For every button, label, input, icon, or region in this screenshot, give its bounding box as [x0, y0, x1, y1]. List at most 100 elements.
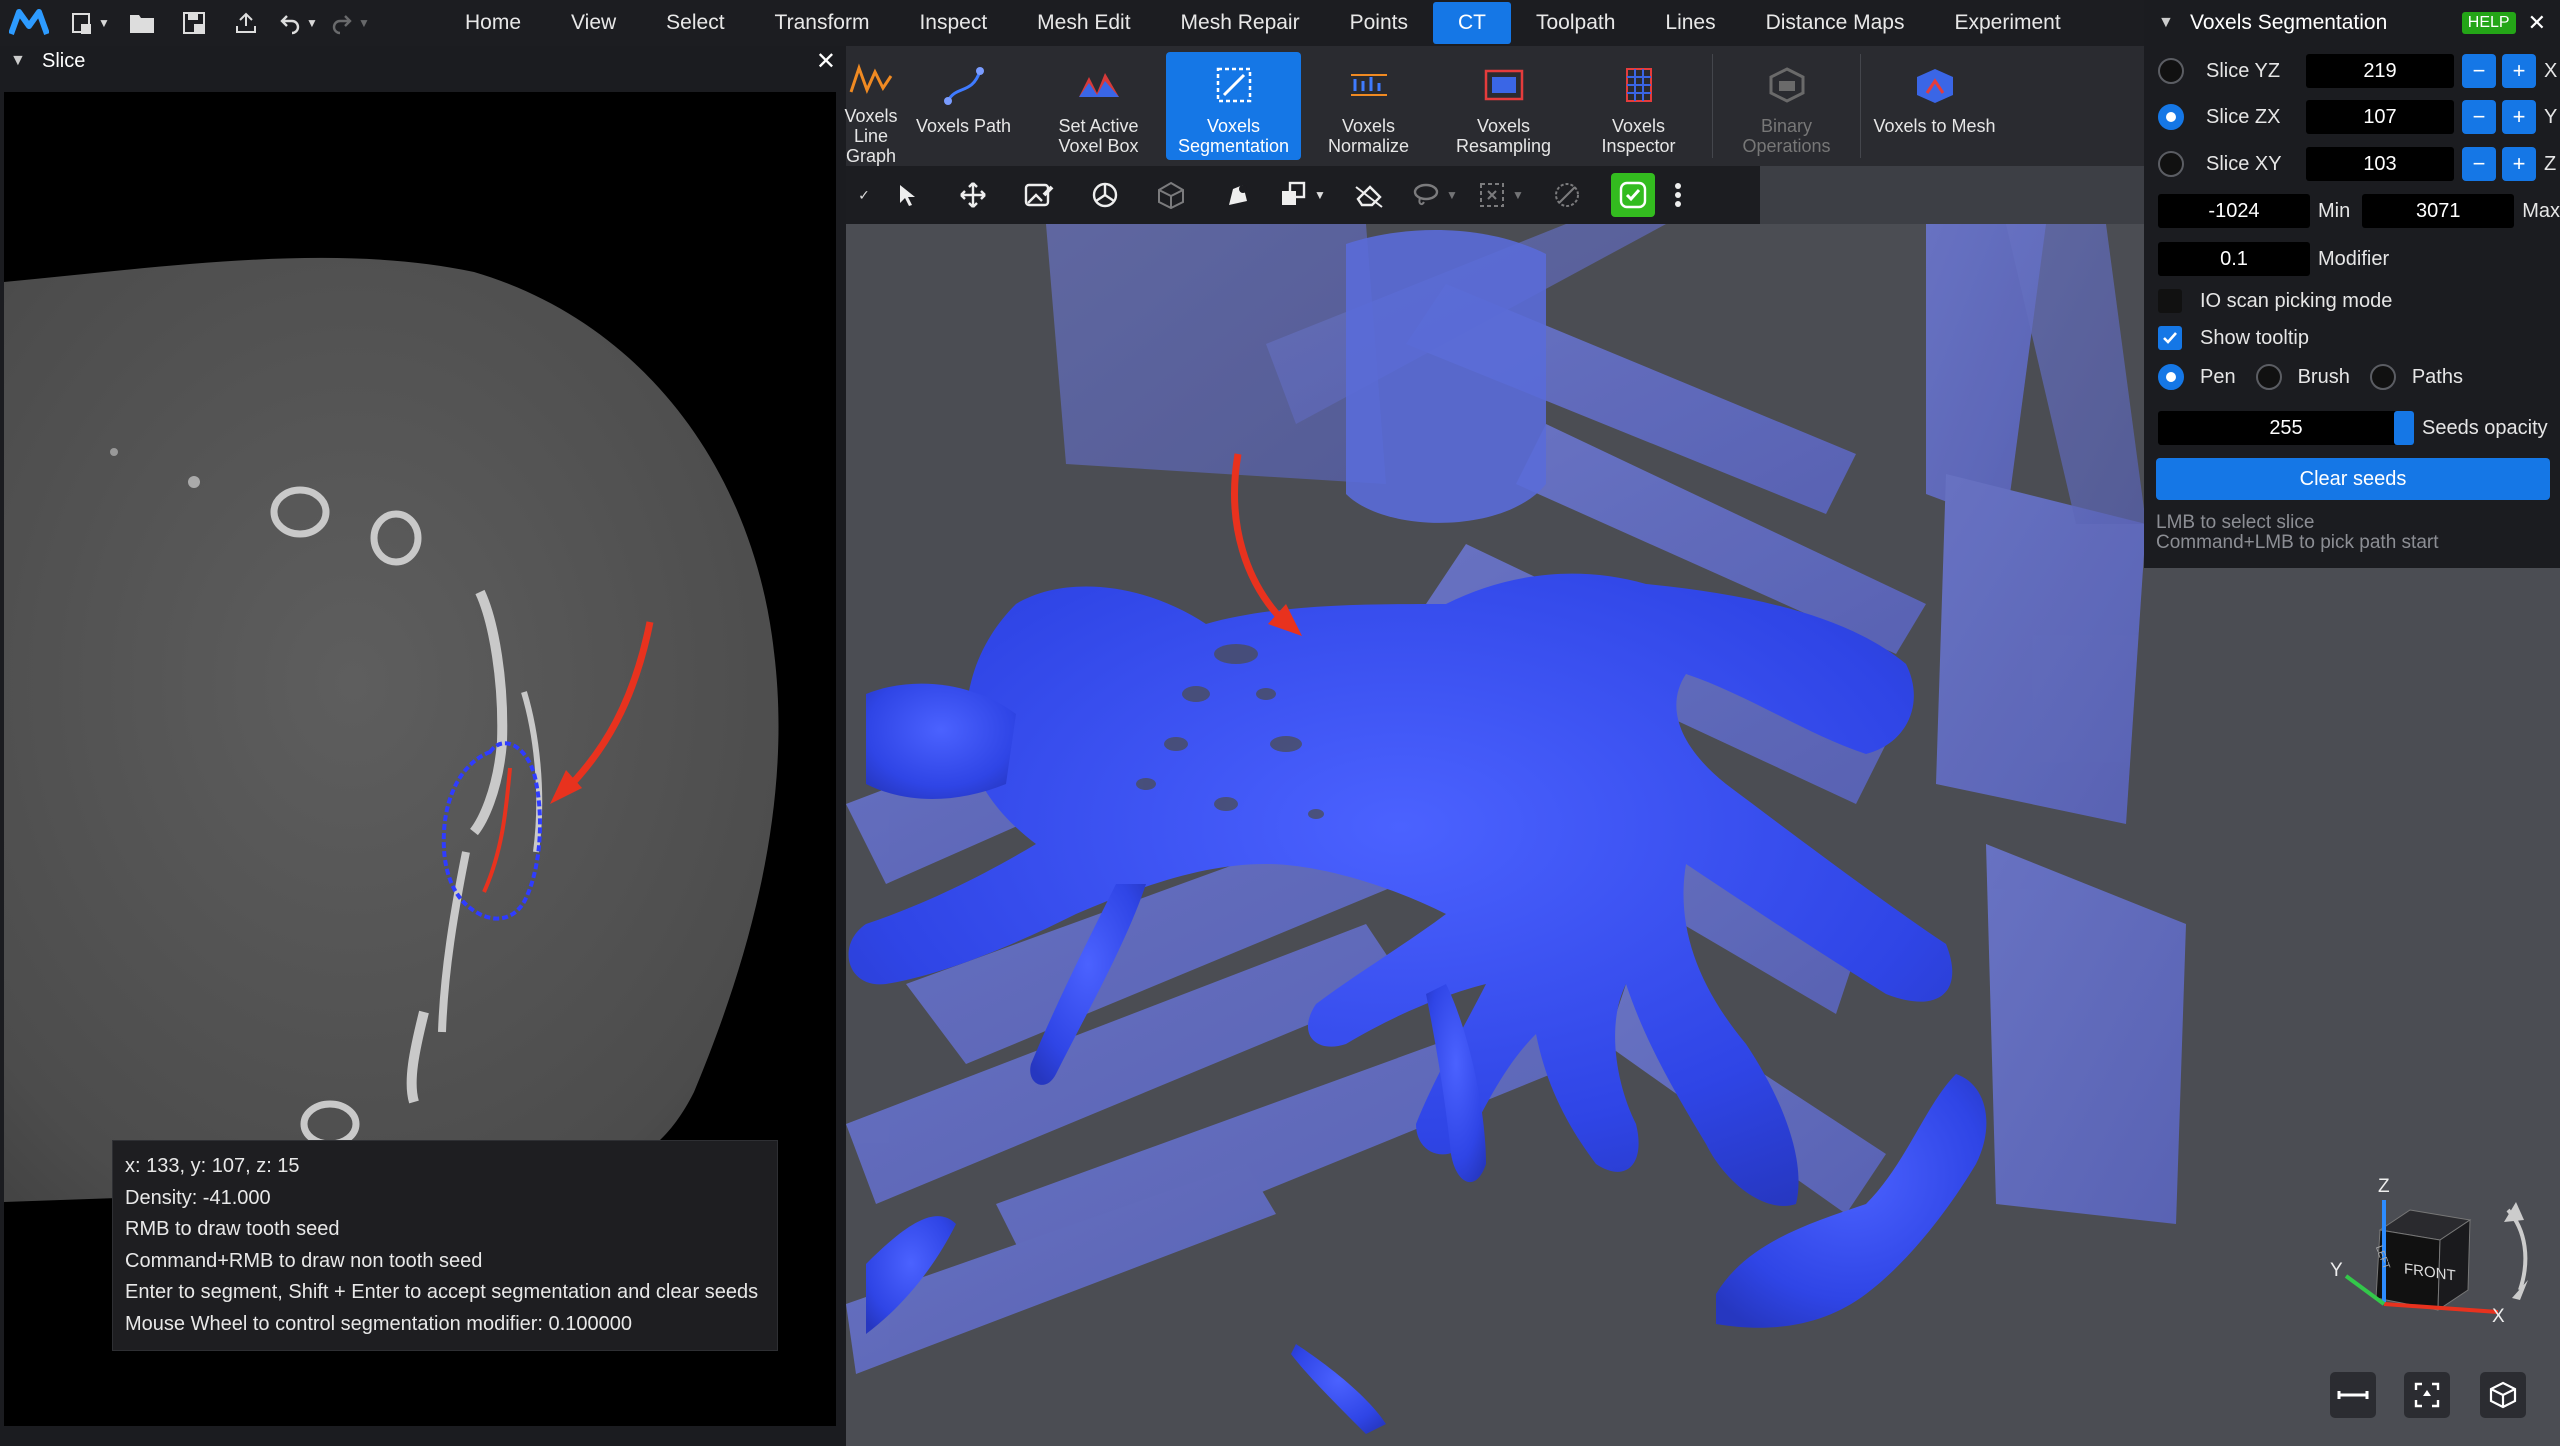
view-cube[interactable]: FRONT LEFT Z Y X: [2320, 1176, 2540, 1340]
io-scan-checkbox[interactable]: [2158, 289, 2182, 313]
menu-tab-home[interactable]: Home: [440, 0, 546, 46]
slice-zx-label: Slice ZX: [2206, 105, 2281, 128]
ribbon-button-voxels-path[interactable]: Voxels Path: [896, 46, 1031, 166]
voxels-segmentation-panel: ▼ Voxels Segmentation HELP ✕ Slice YZ 21…: [2144, 0, 2560, 568]
menu-tab-inspect[interactable]: Inspect: [894, 0, 1012, 46]
disable-tool-button[interactable]: [1534, 171, 1600, 219]
axis-z-label: Z: [2378, 1176, 2390, 1197]
export-button[interactable]: [222, 3, 270, 43]
slice-zx-radio[interactable]: [2158, 104, 2184, 130]
slice-xy-increment-button[interactable]: +: [2502, 147, 2536, 181]
measure-view-button[interactable]: [2330, 1372, 2376, 1418]
ribbon-button-binary-operations[interactable]: Binary Operations: [1719, 46, 1854, 166]
menu-tab-distance-maps[interactable]: Distance Maps: [1741, 0, 1930, 46]
clear-seeds-button[interactable]: Clear seeds: [2156, 458, 2550, 500]
menu-tab-mesh-edit[interactable]: Mesh Edit: [1012, 0, 1155, 46]
slice-xy-value[interactable]: 103: [2306, 147, 2454, 181]
fit-view-button[interactable]: [2404, 1372, 2450, 1418]
lasso-tool-button[interactable]: ▼: [1402, 171, 1468, 219]
seeds-opacity-value: 255: [2269, 416, 2303, 439]
seeds-opacity-slider[interactable]: 255: [2158, 411, 2414, 445]
menu-tab-points[interactable]: Points: [1325, 0, 1433, 46]
tripod-circle-icon: [1092, 182, 1118, 208]
menu-tab-view[interactable]: View: [546, 0, 641, 46]
menu-tab-lines[interactable]: Lines: [1640, 0, 1740, 46]
slice-zx-decrement-button[interactable]: −: [2462, 100, 2496, 134]
check-icon: [2163, 332, 2177, 344]
copy-tool-button[interactable]: ▼: [1270, 171, 1336, 219]
move-arrows-icon: [960, 182, 986, 208]
slice-yz-value[interactable]: 219: [2306, 54, 2454, 88]
slice-xy-axis: Z: [2544, 152, 2557, 175]
save-button[interactable]: [170, 3, 218, 43]
slice-yz-radio[interactable]: [2158, 58, 2184, 84]
menu-tab-mesh-repair[interactable]: Mesh Repair: [1156, 0, 1325, 46]
paths-radio[interactable]: [2369, 364, 2396, 390]
menu-tab-toolpath[interactable]: Toolpath: [1511, 0, 1640, 46]
help-button[interactable]: HELP: [2461, 12, 2516, 34]
wireframe-cube-icon: [1158, 181, 1184, 209]
wireframe-tool-button[interactable]: [1138, 171, 1204, 219]
tooltip-coordinates: x: 133, y: 107, z: 15: [125, 1155, 300, 1177]
chevron-down-icon: ▼: [306, 16, 318, 30]
menu-tab-experiment[interactable]: Experiment: [1929, 0, 2085, 46]
slice-xy-radio[interactable]: [2158, 151, 2184, 177]
projection-view-button[interactable]: [2480, 1372, 2526, 1418]
close-icon[interactable]: ✕: [2528, 10, 2546, 36]
box-select-icon: [1480, 183, 1505, 207]
slice-zx-value[interactable]: 107: [2306, 100, 2454, 134]
close-icon[interactable]: ✕: [816, 47, 836, 76]
slice-zx-increment-button[interactable]: +: [2502, 100, 2536, 134]
slice-yz-axis: X: [2544, 59, 2558, 82]
bucket-tool-button[interactable]: [1204, 171, 1270, 219]
segmentation-icon: [1206, 60, 1262, 110]
slice-yz-row: Slice YZ 219 − + X: [2144, 50, 2560, 92]
edit-picture-tool-button[interactable]: [1006, 171, 1072, 219]
menu-tab-select[interactable]: Select: [641, 0, 749, 46]
slider-handle[interactable]: [2394, 411, 2414, 445]
redo-button[interactable]: ▼: [326, 3, 374, 43]
ribbon-button-voxels-segmentation[interactable]: Voxels Segmentation: [1166, 52, 1301, 160]
new-document-button[interactable]: ▼: [66, 3, 114, 43]
chevron-down-icon[interactable]: ▼: [10, 52, 30, 70]
ribbon-button-voxels-normalize[interactable]: Voxels Normalize: [1301, 46, 1436, 166]
pen-radio[interactable]: [2158, 364, 2184, 390]
move-tool-button[interactable]: [940, 171, 1006, 219]
ribbon-label: Voxels Path: [915, 116, 1012, 136]
modifier-input[interactable]: 0.1: [2158, 242, 2310, 276]
max-value-input[interactable]: 3071: [2362, 194, 2515, 228]
box-select-tool-button[interactable]: ▼: [1468, 171, 1534, 219]
ribbon-label: Operations: [1742, 136, 1831, 156]
slice-zx-axis: Y: [2544, 105, 2558, 128]
brush-radio[interactable]: [2255, 364, 2282, 390]
resampling-icon: [1476, 60, 1532, 110]
show-tooltip-checkbox[interactable]: [2158, 326, 2182, 350]
toolbar-overflow-chevron-icon[interactable]: ✓: [854, 171, 874, 219]
ribbon-button-voxels-resampling[interactable]: Voxels Resampling: [1436, 46, 1571, 166]
open-button[interactable]: [118, 3, 166, 43]
ribbon-label: Binary: [1760, 116, 1813, 136]
ribbon-button-voxels-line-graph[interactable]: Voxels Line Graph: [844, 46, 898, 166]
draw-mode-row: Pen Brush Paths: [2144, 356, 2560, 398]
ribbon-button-voxels-inspector[interactable]: Voxels Inspector: [1571, 46, 1706, 166]
chevron-down-icon[interactable]: ▼: [2158, 14, 2180, 32]
slice-yz-increment-button[interactable]: +: [2502, 54, 2536, 88]
slice-yz-decrement-button[interactable]: −: [2462, 54, 2496, 88]
ribbon-button-set-active-voxel-box[interactable]: Set Active Voxel Box: [1031, 46, 1166, 166]
undo-button[interactable]: ▼: [274, 3, 322, 43]
fit-frame-icon: [2414, 1382, 2440, 1408]
app-logo-icon[interactable]: [0, 0, 58, 46]
slice-xy-decrement-button[interactable]: −: [2462, 147, 2496, 181]
eraser-tool-button[interactable]: [1336, 171, 1402, 219]
select-tool-button[interactable]: [874, 171, 940, 219]
ribbon-button-voxels-to-mesh[interactable]: Voxels to Mesh: [1867, 46, 2002, 166]
more-options-button[interactable]: [1666, 171, 1690, 219]
accept-button[interactable]: [1611, 173, 1655, 217]
menu-tab-transform[interactable]: Transform: [750, 0, 895, 46]
min-value-input[interactable]: -1024: [2158, 194, 2310, 228]
menu-tab-ct[interactable]: CT: [1432, 2, 1511, 44]
modifier-row: 0.1 Modifier: [2144, 238, 2560, 280]
ct-ribbon: Voxels Line Graph Voxels Path Set Active V…: [844, 46, 2144, 166]
mercedes-tool-button[interactable]: [1072, 171, 1138, 219]
lasso-icon: [1413, 183, 1439, 206]
